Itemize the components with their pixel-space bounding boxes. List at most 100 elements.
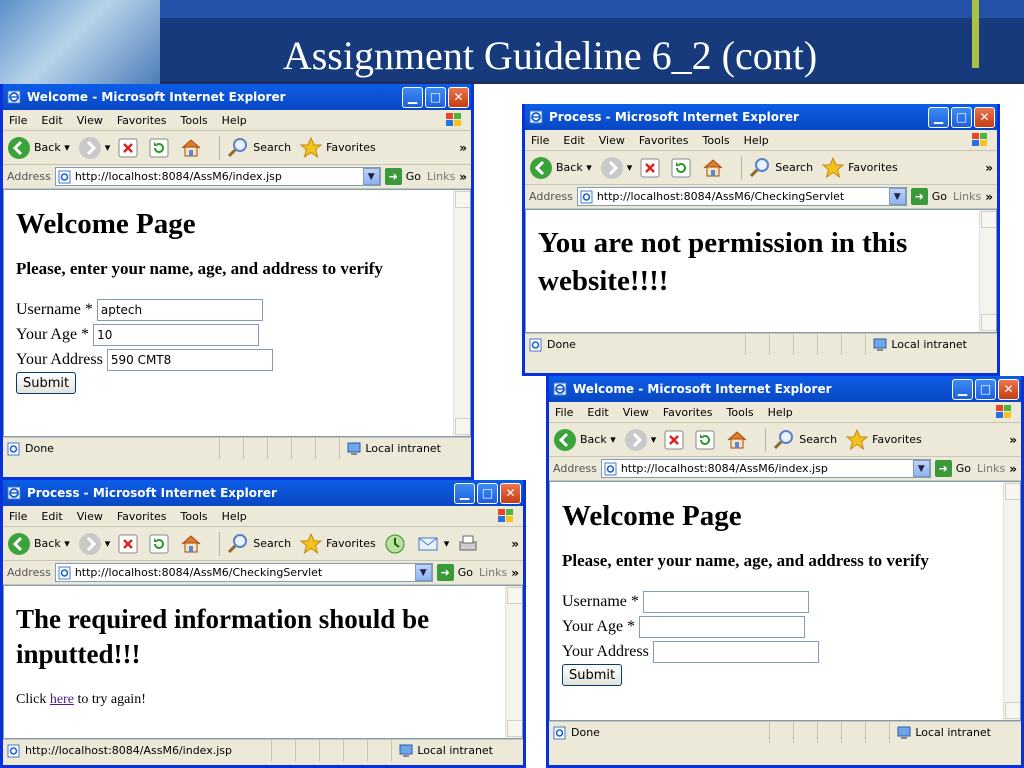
menu-tools[interactable]: Tools bbox=[727, 406, 754, 419]
menu-file[interactable]: File bbox=[9, 510, 27, 523]
address-dropdown-icon[interactable]: ▼ bbox=[888, 188, 906, 205]
home-button[interactable] bbox=[702, 157, 727, 179]
stop-button[interactable] bbox=[640, 158, 663, 178]
stop-button[interactable] bbox=[118, 138, 141, 158]
links-chevron-icon[interactable]: » bbox=[459, 170, 467, 184]
menu-tools[interactable]: Tools bbox=[181, 510, 208, 523]
menu-file[interactable]: File bbox=[531, 134, 549, 147]
menu-favorites[interactable]: Favorites bbox=[639, 134, 689, 147]
toolbar-chevron-icon[interactable]: » bbox=[459, 141, 467, 155]
forward-button[interactable]: ▾ bbox=[600, 156, 632, 180]
go-button[interactable]: ➜ Go bbox=[384, 168, 421, 185]
go-button[interactable]: ➜ Go bbox=[436, 564, 473, 581]
address-dropdown-icon[interactable]: ▼ bbox=[414, 564, 432, 581]
username-input[interactable] bbox=[642, 590, 809, 613]
menu-view[interactable]: View bbox=[623, 406, 649, 419]
favorites-button[interactable]: Favorites bbox=[299, 532, 376, 556]
forward-button[interactable]: ▾ bbox=[78, 136, 110, 160]
menu-edit[interactable]: Edit bbox=[41, 510, 62, 523]
toolbar-chevron-icon[interactable]: » bbox=[985, 161, 993, 175]
home-button[interactable] bbox=[180, 137, 205, 159]
menu-view[interactable]: View bbox=[77, 114, 103, 127]
back-button[interactable]: Back ▾ bbox=[553, 428, 616, 452]
favorites-button[interactable]: Favorites bbox=[299, 136, 376, 160]
menu-tools[interactable]: Tools bbox=[181, 114, 208, 127]
minimize-button[interactable]: ▁ bbox=[402, 86, 423, 108]
back-button[interactable]: Back ▾ bbox=[7, 532, 70, 556]
address-input[interactable]: http://localhost:8084/AssM6/CheckingServ… bbox=[576, 187, 907, 206]
toolbar-chevron-icon[interactable]: » bbox=[511, 537, 519, 551]
menu-favorites[interactable]: Favorites bbox=[117, 510, 167, 523]
maximize-button[interactable]: □ bbox=[951, 106, 972, 128]
address-input[interactable]: http://localhost:8084/AssM6/index.jsp ▼ bbox=[600, 459, 931, 478]
age-input[interactable] bbox=[639, 615, 806, 638]
menu-help[interactable]: Help bbox=[222, 510, 247, 523]
links-chevron-icon[interactable]: » bbox=[985, 190, 993, 204]
refresh-button[interactable] bbox=[149, 534, 172, 554]
favorites-button[interactable]: Favorites bbox=[821, 156, 898, 180]
address-dropdown-icon[interactable]: ▼ bbox=[362, 168, 380, 185]
vertical-scrollbar[interactable] bbox=[1003, 482, 1020, 720]
vertical-scrollbar[interactable] bbox=[453, 190, 470, 436]
maximize-button[interactable]: □ bbox=[975, 378, 996, 400]
menu-edit[interactable]: Edit bbox=[563, 134, 584, 147]
minimize-button[interactable]: ▁ bbox=[952, 378, 973, 400]
history-button[interactable] bbox=[384, 533, 409, 555]
back-button[interactable]: Back ▾ bbox=[7, 136, 70, 160]
menu-help[interactable]: Help bbox=[744, 134, 769, 147]
minimize-button[interactable]: ▁ bbox=[928, 106, 949, 128]
vertical-scrollbar[interactable] bbox=[979, 210, 996, 332]
title-bar[interactable]: Process - Microsoft Internet Explorer ▁ □… bbox=[525, 104, 997, 130]
close-button[interactable]: ✕ bbox=[448, 86, 469, 108]
go-button[interactable]: ➜ Go bbox=[910, 188, 947, 205]
menu-view[interactable]: View bbox=[77, 510, 103, 523]
menu-help[interactable]: Help bbox=[222, 114, 247, 127]
mail-button[interactable]: ▾ bbox=[417, 534, 449, 554]
address-input[interactable] bbox=[106, 348, 273, 371]
menu-favorites[interactable]: Favorites bbox=[663, 406, 713, 419]
address-input[interactable] bbox=[652, 640, 819, 663]
menu-file[interactable]: File bbox=[555, 406, 573, 419]
toolbar-chevron-icon[interactable]: » bbox=[1009, 433, 1017, 447]
address-dropdown-icon[interactable]: ▼ bbox=[912, 460, 930, 477]
age-input[interactable] bbox=[93, 323, 260, 346]
search-button[interactable]: Search bbox=[226, 532, 291, 556]
menu-edit[interactable]: Edit bbox=[587, 406, 608, 419]
address-input[interactable]: http://localhost:8084/AssM6/CheckingServ… bbox=[54, 563, 433, 582]
print-button[interactable] bbox=[457, 534, 482, 554]
links-button[interactable]: Links bbox=[479, 566, 507, 579]
back-button[interactable]: Back ▾ bbox=[529, 156, 592, 180]
close-button[interactable]: ✕ bbox=[500, 482, 521, 504]
minimize-button[interactable]: ▁ bbox=[454, 482, 475, 504]
menu-tools[interactable]: Tools bbox=[703, 134, 730, 147]
title-bar[interactable]: Welcome - Microsoft Internet Explorer ▁ □… bbox=[3, 84, 471, 110]
go-button[interactable]: ➜ Go bbox=[934, 460, 971, 477]
maximize-button[interactable]: □ bbox=[477, 482, 498, 504]
menu-edit[interactable]: Edit bbox=[41, 114, 62, 127]
title-bar[interactable]: Process - Microsoft Internet Explorer ▁ □… bbox=[3, 480, 523, 506]
search-button[interactable]: Search bbox=[226, 136, 291, 160]
submit-button[interactable]: Submit bbox=[16, 372, 77, 394]
close-button[interactable]: ✕ bbox=[998, 378, 1019, 400]
menu-view[interactable]: View bbox=[599, 134, 625, 147]
home-button[interactable] bbox=[180, 533, 205, 555]
links-button[interactable]: Links bbox=[953, 190, 981, 203]
refresh-button[interactable] bbox=[671, 158, 694, 178]
stop-button[interactable] bbox=[664, 430, 687, 450]
forward-button[interactable]: ▾ bbox=[78, 532, 110, 556]
favorites-button[interactable]: Favorites bbox=[845, 428, 922, 452]
submit-button[interactable]: Submit bbox=[562, 664, 623, 686]
vertical-scrollbar[interactable] bbox=[505, 586, 522, 738]
links-button[interactable]: Links bbox=[427, 170, 455, 183]
maximize-button[interactable]: □ bbox=[425, 86, 446, 108]
menu-favorites[interactable]: Favorites bbox=[117, 114, 167, 127]
title-bar[interactable]: Welcome - Microsoft Internet Explorer ▁ □… bbox=[549, 376, 1021, 402]
home-button[interactable] bbox=[726, 429, 751, 451]
links-chevron-icon[interactable]: » bbox=[511, 566, 519, 580]
menu-file[interactable]: File bbox=[9, 114, 27, 127]
menu-help[interactable]: Help bbox=[768, 406, 793, 419]
refresh-button[interactable] bbox=[149, 138, 172, 158]
refresh-button[interactable] bbox=[695, 430, 718, 450]
search-button[interactable]: Search bbox=[748, 156, 813, 180]
forward-button[interactable]: ▾ bbox=[624, 428, 656, 452]
